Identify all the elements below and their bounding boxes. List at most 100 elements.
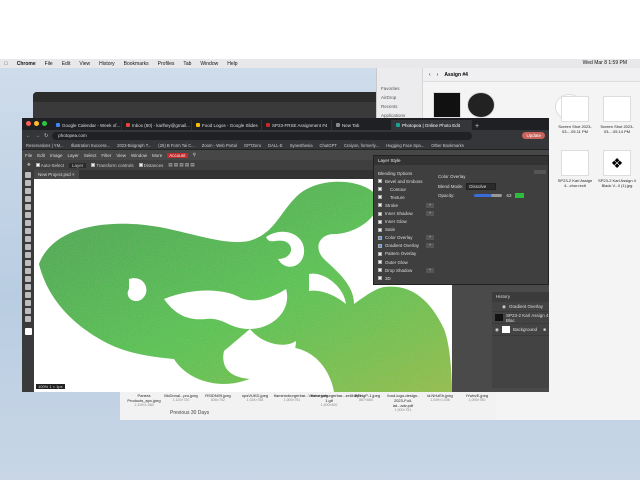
lasso-tool-icon[interactable] (25, 188, 31, 194)
eyedropper-tool-icon[interactable] (25, 212, 31, 218)
menu-layer[interactable]: Layer (68, 153, 79, 158)
tab-photopea[interactable]: Photopea | Online Photo Edit (392, 120, 472, 130)
style-checkbox[interactable] (378, 211, 382, 216)
add-style-plus-icon[interactable]: + (426, 211, 434, 217)
blur-tool-icon[interactable] (25, 260, 31, 266)
menu-filter[interactable]: Filter (101, 153, 111, 158)
style-item-bevel-and-emboss[interactable]: Bevel and Emboss (378, 177, 434, 185)
bookmark-item[interactable]: Other Bookmarks (431, 143, 464, 148)
account-button[interactable]: Account (167, 152, 188, 158)
style-item-gradient-overlay[interactable]: Gradient Overlay + (378, 242, 434, 250)
bookmark-item[interactable]: Illustration Success... (71, 143, 111, 148)
finder-bottom-file[interactable]: IYwbvE.jpeg 1,093×780 (459, 393, 495, 403)
menubar-clock[interactable]: Wed Mar 8 1:59 PM (583, 60, 627, 66)
menubar-help[interactable]: Help (227, 61, 237, 67)
finder-sidebar-airdrop[interactable]: AirDrop (377, 93, 422, 102)
style-item-inner-shadow[interactable]: Inner Shadow + (378, 209, 434, 217)
menu-edit[interactable]: Edit (37, 153, 45, 158)
menubar-edit[interactable]: Edit (62, 61, 71, 67)
back-icon[interactable]: ← (26, 133, 31, 139)
style-checkbox[interactable] (378, 243, 382, 248)
style-item-satin[interactable]: Satin (378, 226, 434, 234)
layer-select-dropdown[interactable]: Layer (69, 162, 87, 168)
tab-inbox[interactable]: Inbox (60) - karlhey@gmail... (122, 120, 192, 130)
add-style-plus-icon[interactable]: + (426, 243, 434, 249)
auto-select-checkbox[interactable]: Auto-Select (35, 163, 64, 168)
search-icon[interactable]: ⚲ (193, 152, 196, 158)
finder-bottom-file[interactable]: opsVUKD.jpeg 1,024×768 (237, 393, 273, 403)
marquee-tool-icon[interactable] (25, 180, 31, 186)
overlay-color-swatch[interactable] (514, 193, 524, 198)
bookmark-item[interactable]: 2023-Biograph T... (117, 143, 151, 148)
finder-bottom-file[interactable]: food-logo-design-2023-Full-lat...adv.pdf… (385, 393, 421, 413)
bookmark-item[interactable]: Reservations | YM... (26, 143, 64, 148)
blend-mode-select[interactable]: Dissolve (466, 183, 497, 190)
reload-icon[interactable]: ↻ (44, 133, 48, 139)
doc-tab-new-project[interactable]: New Project.psd × (34, 170, 79, 179)
forward-arrow-icon[interactable]: › (437, 72, 439, 78)
clone-tool-icon[interactable] (25, 236, 31, 242)
style-checkbox[interactable] (378, 219, 382, 224)
menubar-view[interactable]: View (79, 61, 90, 67)
bookmark-item[interactable]: Craiyon, formerly... (344, 143, 379, 148)
style-item-pattern-overlay[interactable]: Pattern Overlay (378, 250, 434, 258)
style-item-texture[interactable]: Texture (378, 193, 434, 201)
eraser-tool-icon[interactable] (25, 244, 31, 250)
style-checkbox[interactable] (378, 203, 382, 208)
menubar-chrome[interactable]: Chrome (17, 61, 36, 67)
close-window-icon[interactable] (26, 121, 31, 126)
finder-thumb[interactable] (459, 92, 503, 120)
finder-file[interactable]: Screen Shot 2023-03-...05.14 PM (595, 96, 639, 134)
bookmark-item[interactable]: Hugging Face Spa... (386, 143, 424, 148)
style-item-3d[interactable]: 3D (378, 274, 434, 282)
shape-tool-icon[interactable] (25, 300, 31, 306)
menubar-window[interactable]: Window (200, 61, 218, 67)
eye-icon[interactable]: ◉ (495, 327, 499, 333)
menubar-profiles[interactable]: Profiles (158, 61, 175, 67)
style-checkbox[interactable] (378, 268, 382, 273)
tab-food-logos[interactable]: Food Logos - Google Slides (192, 120, 262, 130)
add-style-plus-icon[interactable]: + (426, 235, 434, 241)
style-item-stroke[interactable]: Stroke + (378, 201, 434, 209)
layer-row-logo[interactable]: SP23-2 Karl Assign 4 Blac (492, 312, 549, 324)
menu-window[interactable]: Window (131, 153, 147, 158)
heal-tool-icon[interactable] (25, 220, 31, 226)
maximize-window-icon[interactable] (42, 121, 47, 126)
back-arrow-icon[interactable]: ‹ (429, 72, 431, 78)
hand-tool-icon[interactable] (25, 308, 31, 314)
add-style-plus-icon[interactable]: + (426, 267, 434, 273)
bookmark-item[interactable]: ChatGPT (320, 143, 337, 148)
eye-icon[interactable]: ◉ (502, 304, 506, 310)
layer-row-background[interactable]: ◉ Background ■ (492, 324, 549, 336)
align-icons[interactable]: ▤ ▤ ▤ ▤ ▤ (168, 162, 194, 168)
bookmark-item[interactable]: Synesthesia (290, 143, 313, 148)
style-checkbox[interactable] (378, 276, 382, 281)
menubar-file[interactable]: File (45, 61, 53, 67)
tab-google-calendar[interactable]: Google Calendar - Week of... (52, 120, 122, 130)
dodge-tool-icon[interactable] (25, 268, 31, 274)
apple-icon[interactable]:  (4, 61, 8, 67)
bookmark-item[interactable]: GPTZero (244, 143, 261, 148)
opacity-value[interactable]: 63 (507, 193, 512, 198)
finder-bottom-file[interactable]: RSIDN09.jpeg 826×752 (200, 393, 236, 403)
magic-wand-tool-icon[interactable] (25, 196, 31, 202)
crop-tool-icon[interactable] (25, 204, 31, 210)
style-item-outer-glow[interactable]: Outer Glow (378, 258, 434, 266)
finder-file[interactable]: SP23-2 Karl Assign 4...chor.rectl (553, 150, 597, 188)
style-checkbox[interactable] (378, 227, 382, 232)
zoom-tool-icon[interactable] (25, 316, 31, 322)
menubar-history[interactable]: History (99, 61, 115, 67)
finder-bottom-file[interactable]: McDonal...pro.jpeg 1,120×720 (163, 393, 199, 403)
finder-bottom-file[interactable]: flamencburgerbar...Vector.jpeg 1,000×751 (274, 393, 328, 403)
menu-select[interactable]: Select (84, 153, 97, 158)
bookmark-item[interactable]: (25) B Form Tai C... (158, 143, 194, 148)
style-checkbox[interactable] (378, 195, 382, 200)
style-checkbox[interactable] (378, 260, 382, 265)
add-style-plus-icon[interactable]: + (426, 202, 434, 208)
zoom-readout[interactable]: 100% 1 × 1px (36, 384, 65, 389)
text-tool-icon[interactable] (25, 284, 31, 290)
menubar-tab[interactable]: Tab (183, 61, 191, 67)
history-panel-tab[interactable]: History (492, 292, 549, 302)
style-checkbox[interactable] (378, 179, 382, 184)
forward-icon[interactable]: → (35, 133, 40, 139)
